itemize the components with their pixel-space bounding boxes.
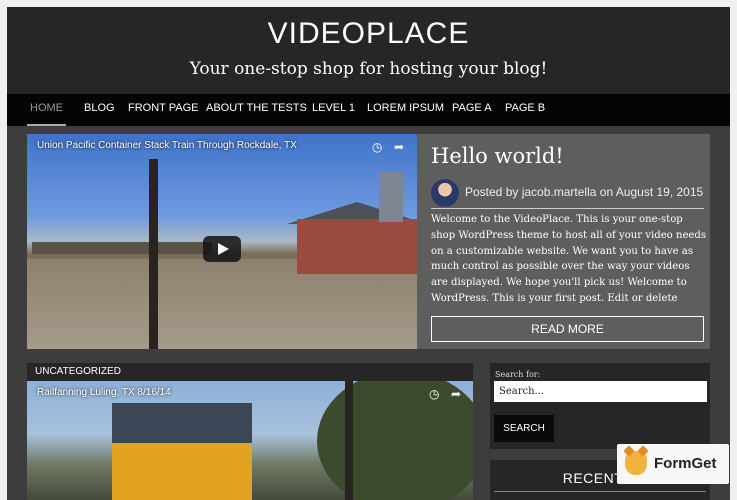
main-nav: HOME BLOG FRONT PAGE ABOUT THE TESTS LEV…: [7, 94, 730, 126]
site-tagline: Your one-stop shop for hosting your blog…: [189, 59, 548, 79]
video-scene-tree: [317, 381, 473, 500]
video-scene-train: [32, 242, 212, 254]
clock-icon[interactable]: ◷: [372, 140, 382, 154]
search-button[interactable]: SEARCH: [494, 415, 554, 442]
formget-badge-text: FormGet: [654, 455, 717, 472]
avatar: [431, 179, 459, 207]
nav-item-blog[interactable]: BLOG: [84, 94, 115, 126]
nav-item-level-1[interactable]: LEVEL 1: [312, 94, 355, 126]
nav-item-page-b[interactable]: PAGE B: [505, 94, 545, 126]
video-scene-station: [297, 219, 417, 274]
featured-video-player[interactable]: Union Pacific Container Stack Train Thro…: [27, 134, 417, 349]
nav-item-front-page[interactable]: FRONT PAGE: [128, 94, 199, 126]
post-excerpt: Welcome to the VideoPlace. This is your …: [431, 214, 707, 304]
second-video-title[interactable]: Railfanning Luling, TX 8/16/14: [37, 387, 171, 398]
category-label[interactable]: UNCATEGORIZED: [35, 366, 121, 377]
post-date: August 19, 2015: [615, 185, 704, 199]
formget-badge: FormGet: [617, 444, 729, 484]
nav-item-page-a[interactable]: PAGE A: [452, 94, 492, 126]
share-icon[interactable]: ➦: [394, 140, 404, 154]
video-scene-pole: [149, 159, 158, 349]
search-widget: Search for: SEARCH: [490, 363, 710, 449]
post-meta: Posted by jacob.martella on August 19, 2…: [465, 185, 703, 199]
nav-item-home[interactable]: HOME: [27, 94, 66, 126]
post-meta-prefix: Posted by: [465, 185, 519, 199]
featured-video-title[interactable]: Union Pacific Container Stack Train Thro…: [37, 140, 297, 151]
search-label: Search for:: [495, 370, 541, 379]
search-input[interactable]: [494, 381, 707, 402]
video-scene-signal-pole: [345, 381, 353, 500]
post-card: Hello world! Posted by jacob.martella on…: [417, 134, 710, 349]
read-more-button[interactable]: READ MORE: [431, 316, 704, 342]
share-icon[interactable]: ➦: [451, 387, 461, 401]
video-scene-locomotive-top: [112, 403, 252, 443]
video-scene-tower: [379, 172, 403, 222]
nav-item-about-the-tests[interactable]: ABOUT THE TESTS: [206, 94, 307, 126]
post-meta-mid: on: [599, 185, 614, 199]
clock-icon[interactable]: ◷: [429, 387, 439, 401]
fox-logo-icon: [625, 451, 647, 475]
post-title[interactable]: Hello world!: [431, 144, 564, 168]
category-bar: UNCATEGORIZED: [27, 363, 473, 381]
site-title[interactable]: VIDEOPLACE: [7, 17, 730, 51]
site-frame: VIDEOPLACE Your one-stop shop for hostin…: [7, 7, 730, 500]
post-author[interactable]: jacob.martella: [522, 185, 597, 199]
second-video-player[interactable]: Railfanning Luling, TX 8/16/14 ◷ ➦: [27, 381, 473, 500]
play-icon[interactable]: [203, 236, 241, 262]
nav-item-lorem-ipsum[interactable]: LOREM IPSUM: [367, 94, 444, 126]
site-header: VIDEOPLACE Your one-stop shop for hostin…: [7, 7, 730, 94]
recent-posts-divider: [494, 491, 706, 492]
post-divider: [431, 208, 704, 209]
video-scene-locomotive: [112, 443, 252, 500]
